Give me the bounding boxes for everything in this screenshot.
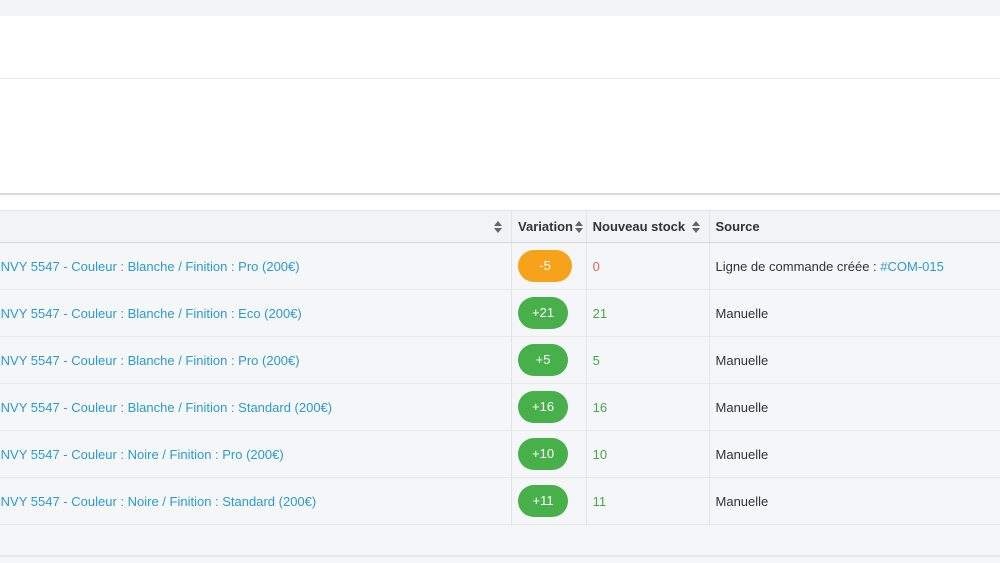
header-variation[interactable]: Variation [511, 210, 587, 243]
product-cell: ENVY 5547 - Couleur : Blanche / Finition… [0, 383, 513, 431]
header-new-stock[interactable]: Nouveau stock [586, 210, 710, 243]
source-text: Ligne de commande créée : [715, 258, 881, 274]
table-row: ENVY 5547 - Couleur : Blanche / Finition… [0, 383, 1000, 431]
product-cell: ENVY 5547 - Couleur : Noire / Finition :… [0, 477, 513, 525]
header-product[interactable] [0, 210, 513, 243]
source-cell: Manuelle [709, 478, 1000, 525]
product-link[interactable]: ENVY 5547 - Couleur : Blanche / Finition… [0, 306, 505, 321]
product-cell: ENVY 5547 - Couleur : Blanche / Finition… [0, 336, 513, 384]
new-stock-cell: 16 [586, 383, 710, 431]
new-stock-cell: 11 [586, 477, 710, 525]
source-text: Manuelle [715, 446, 769, 462]
product-link[interactable]: ENVY 5547 - Couleur : Noire / Finition :… [0, 494, 505, 509]
new-stock-value: 5 [592, 352, 600, 368]
source-text: Manuelle [715, 399, 769, 415]
table-row: ENVY 5547 - Couleur : Blanche / Finition… [0, 242, 1000, 290]
source-text: Manuelle [715, 352, 769, 368]
top-bar [0, 0, 1000, 16]
new-stock-value: 10 [592, 446, 608, 462]
product-link[interactable]: ENVY 5547 - Couleur : Blanche / Finition… [0, 259, 505, 274]
new-stock-cell: 0 [586, 242, 710, 290]
product-link[interactable]: ENVY 5547 - Couleur : Blanche / Finition… [0, 400, 505, 415]
variation-badge: +10 [518, 438, 569, 470]
sort-icon[interactable] [574, 220, 584, 234]
product-link[interactable]: ENVY 5547 - Couleur : Blanche / Finition… [0, 353, 505, 368]
sort-icon[interactable] [691, 220, 701, 234]
table-row: ENVY 5547 - Couleur : Blanche / Finition… [0, 336, 1000, 384]
header-new-stock-label: Nouveau stock [592, 219, 686, 234]
header-source: Source [709, 210, 1000, 243]
variation-badge: -5 [518, 250, 573, 282]
table-row: ENVY 5547 - Couleur : Noire / Finition :… [0, 430, 1000, 478]
order-link[interactable]: #COM-015 [880, 259, 944, 274]
new-stock-cell: 10 [586, 430, 710, 478]
table-row: ENVY 5547 - Couleur : Noire / Finition :… [0, 477, 1000, 525]
product-cell: ENVY 5547 - Couleur : Blanche / Finition… [0, 242, 513, 290]
source-cell: Ligne de commande créée : #COM-015 [709, 243, 1000, 290]
table-row: ENVY 5547 - Couleur : Blanche / Finition… [0, 289, 1000, 337]
variation-cell: +11 [511, 477, 587, 525]
variation-cell: +16 [511, 383, 587, 431]
stock-movements-table: Variation Nouveau stock Source ENVY 5547… [0, 210, 1000, 525]
variation-cell: +5 [511, 336, 587, 384]
new-stock-cell: 5 [586, 336, 710, 384]
filter-area [0, 79, 1000, 195]
variation-badge: +16 [518, 391, 569, 423]
header-source-label: Source [715, 219, 760, 234]
source-cell: Manuelle [709, 431, 1000, 478]
sort-icon[interactable] [494, 220, 503, 234]
table-header-row: Variation Nouveau stock Source [0, 210, 1000, 243]
product-cell: ENVY 5547 - Couleur : Noire / Finition :… [0, 430, 513, 478]
new-stock-value: 0 [592, 258, 600, 274]
source-cell: Manuelle [709, 384, 1000, 431]
source-text: Manuelle [715, 305, 769, 321]
product-link[interactable]: ENVY 5547 - Couleur : Noire / Finition :… [0, 447, 505, 462]
new-stock-value: 11 [592, 493, 607, 509]
header-variation-label: Variation [518, 218, 573, 234]
variation-cell: -5 [511, 242, 587, 290]
top-panel [0, 16, 1000, 79]
source-cell: Manuelle [709, 290, 1000, 337]
variation-cell: +21 [511, 289, 587, 337]
variation-badge: +21 [518, 297, 569, 329]
product-cell: ENVY 5547 - Couleur : Blanche / Finition… [0, 289, 513, 337]
table-bottom-border [0, 555, 1000, 557]
source-text: Manuelle [715, 493, 769, 509]
table-spacer [0, 195, 1000, 210]
variation-badge: +11 [518, 485, 569, 517]
new-stock-value: 16 [592, 399, 608, 415]
variation-cell: +10 [511, 430, 587, 478]
variation-badge: +5 [518, 344, 569, 376]
source-cell: Manuelle [709, 337, 1000, 384]
new-stock-cell: 21 [586, 289, 710, 337]
new-stock-value: 21 [592, 305, 608, 321]
